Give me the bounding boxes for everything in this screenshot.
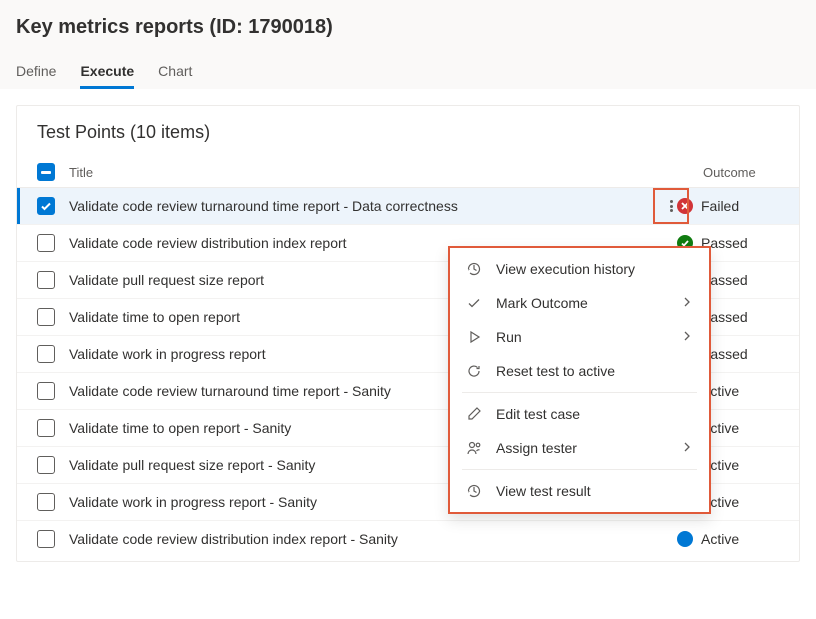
pencil-icon — [466, 406, 482, 422]
row-checkbox[interactable] — [37, 419, 55, 437]
row-checkbox[interactable] — [37, 493, 55, 511]
menu-mark-outcome[interactable]: Mark Outcome — [450, 286, 709, 320]
chevron-right-icon — [681, 329, 693, 345]
menu-label: Mark Outcome — [496, 295, 588, 311]
row-checkbox[interactable] — [37, 308, 55, 326]
page-title: Key metrics reports (ID: 1790018) — [16, 8, 800, 55]
row-title: Validate code review distribution index … — [69, 531, 398, 547]
menu-divider — [462, 469, 697, 470]
menu-edit-test-case[interactable]: Edit test case — [450, 397, 709, 431]
menu-label: Run — [496, 329, 522, 345]
chevron-right-icon — [681, 295, 693, 311]
chevron-right-icon — [681, 440, 693, 456]
select-all-checkbox[interactable] — [37, 163, 55, 181]
menu-label: Reset test to active — [496, 363, 615, 379]
menu-divider — [462, 392, 697, 393]
row-checkbox[interactable] — [37, 234, 55, 252]
menu-reset-to-active[interactable]: Reset test to active — [450, 354, 709, 388]
history-icon — [466, 483, 482, 499]
menu-view-test-result[interactable]: View test result — [450, 474, 709, 508]
play-icon — [466, 329, 482, 345]
table-row[interactable]: Validate code review turnaround time rep… — [17, 188, 799, 225]
row-checkbox[interactable] — [37, 456, 55, 474]
row-checkbox[interactable] — [37, 530, 55, 548]
menu-assign-tester[interactable]: Assign tester — [450, 431, 709, 465]
row-title: Validate time to open report - Sanity — [69, 420, 291, 436]
outcome-label: Active — [701, 531, 739, 547]
row-title: Validate work in progress report — [69, 346, 266, 362]
row-checkbox[interactable] — [37, 382, 55, 400]
table-header-row: Title Outcome — [17, 157, 799, 188]
menu-view-execution-history[interactable]: View execution history — [450, 252, 709, 286]
row-outcome-cell: Failed — [677, 198, 779, 214]
tab-define[interactable]: Define — [16, 55, 56, 89]
menu-run[interactable]: Run — [450, 320, 709, 354]
row-actions-button[interactable] — [653, 188, 689, 224]
column-header-outcome[interactable]: Outcome — [703, 165, 779, 180]
row-title: Validate code review turnaround time rep… — [69, 198, 458, 214]
row-checkbox[interactable] — [37, 271, 55, 289]
context-menu: View execution history Mark Outcome Run … — [448, 246, 711, 514]
row-title: Validate code review distribution index … — [69, 235, 347, 251]
outcome-label: Failed — [701, 198, 739, 214]
table-row[interactable]: Validate code review distribution index … — [17, 521, 799, 557]
row-title: Validate pull request size report — [69, 272, 264, 288]
row-checkbox[interactable] — [37, 197, 55, 215]
row-title: Validate code review turnaround time rep… — [69, 383, 391, 399]
tab-chart[interactable]: Chart — [158, 55, 192, 89]
active-icon — [677, 531, 693, 547]
menu-label: Edit test case — [496, 406, 580, 422]
row-outcome-cell: Active — [677, 531, 779, 547]
tab-execute[interactable]: Execute — [80, 55, 134, 89]
page-header: Key metrics reports (ID: 1790018) Define… — [0, 0, 816, 89]
menu-label: Assign tester — [496, 440, 577, 456]
person-icon — [466, 440, 482, 456]
row-checkbox[interactable] — [37, 345, 55, 363]
reset-icon — [466, 363, 482, 379]
row-title: Validate work in progress report - Sanit… — [69, 494, 317, 510]
check-icon — [466, 295, 482, 311]
history-icon — [466, 261, 482, 277]
tab-bar: Define Execute Chart — [16, 55, 800, 89]
row-title: Validate pull request size report - Sani… — [69, 457, 315, 473]
menu-label: View execution history — [496, 261, 635, 277]
row-title: Validate time to open report — [69, 309, 240, 325]
column-header-title[interactable]: Title — [69, 165, 93, 180]
card-title: Test Points (10 items) — [17, 106, 799, 157]
menu-label: View test result — [496, 483, 591, 499]
